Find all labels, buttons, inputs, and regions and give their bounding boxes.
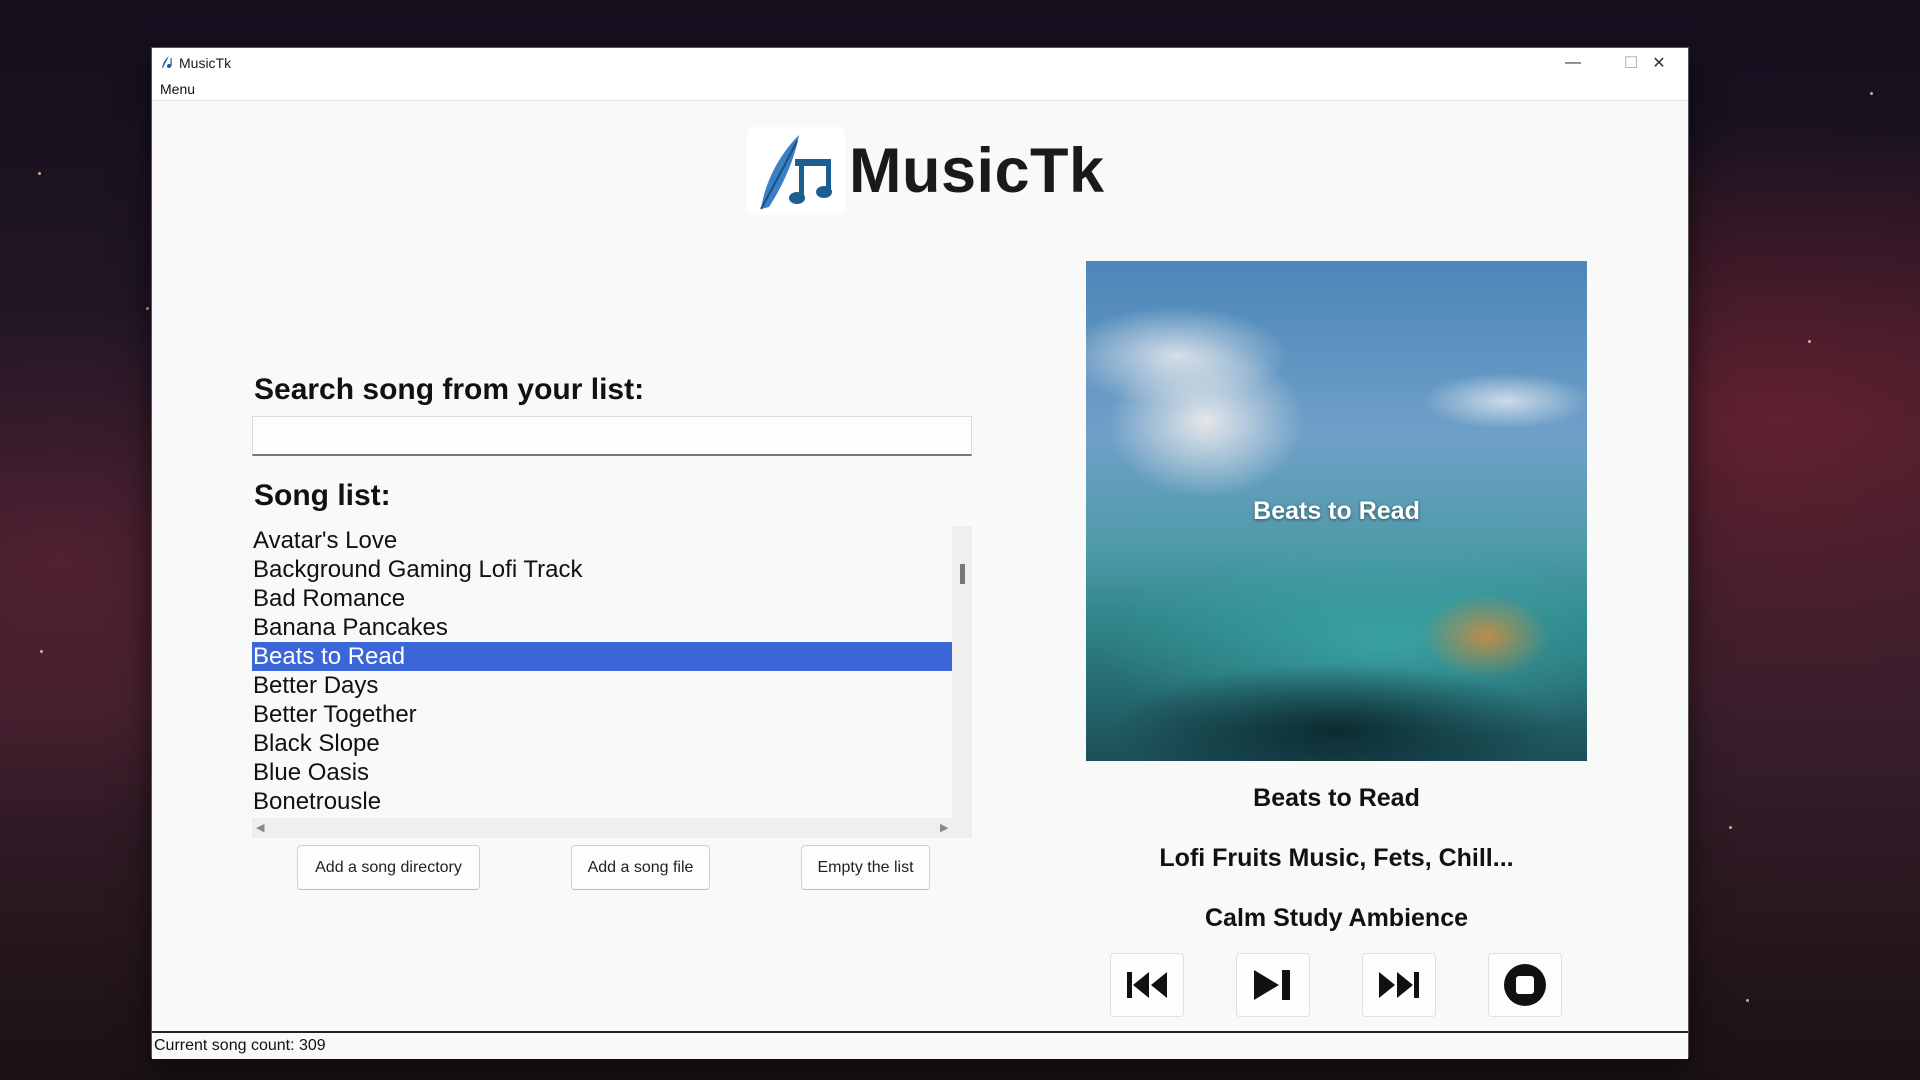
app-window: MusicTk — ☐ ✕ Menu MusicTk Search song f… xyxy=(151,47,1689,1059)
title-bar: MusicTk — ☐ ✕ xyxy=(152,48,1688,78)
app-icon xyxy=(162,56,172,68)
list-item[interactable]: Background Gaming Lofi Track xyxy=(252,555,952,584)
list-item[interactable]: Better Days xyxy=(252,671,952,700)
previous-button[interactable] xyxy=(1110,953,1184,1017)
minimize-icon: — xyxy=(1565,54,1581,71)
vertical-scrollbar[interactable] xyxy=(952,526,972,838)
stop-icon xyxy=(1504,964,1546,1006)
empty-list-button[interactable]: Empty the list xyxy=(801,845,930,890)
list-item[interactable]: Blue Oasis xyxy=(252,758,952,787)
song-album: Calm Study Ambience xyxy=(1204,904,1469,932)
close-icon: ✕ xyxy=(1652,55,1666,72)
list-item-selected[interactable]: Beats to Read xyxy=(252,642,952,671)
list-item[interactable]: Better Together xyxy=(252,700,952,729)
background-star xyxy=(1729,826,1732,829)
song-list-items: Avatar's Love Background Gaming Lofi Tra… xyxy=(252,526,952,818)
window-title: MusicTk xyxy=(179,55,232,71)
song-count-status: Current song count: 309 xyxy=(154,1037,326,1054)
add-song-directory-button[interactable]: Add a song directory xyxy=(297,845,480,890)
menu-item-menu[interactable]: Menu xyxy=(160,81,195,97)
add-song-file-button[interactable]: Add a song file xyxy=(571,845,710,890)
list-item[interactable]: Bonetrousle xyxy=(252,787,952,816)
song-artist: Lofi Fruits Music, Fets, Chill... xyxy=(1159,844,1514,872)
next-track-icon xyxy=(1379,972,1419,998)
song-listbox[interactable]: Avatar's Love Background Gaming Lofi Tra… xyxy=(252,526,972,838)
play-pause-icon xyxy=(1254,970,1290,1000)
list-item[interactable]: Black Slope xyxy=(252,729,952,758)
play-pause-button[interactable] xyxy=(1236,953,1310,1017)
background-star xyxy=(40,650,43,653)
background-star xyxy=(1870,92,1873,95)
background-star xyxy=(146,307,149,310)
menu-bar: Menu xyxy=(152,78,1688,101)
scroll-right-icon[interactable]: ▶ xyxy=(940,821,948,834)
album-art-caption: Beats to Read xyxy=(1253,496,1420,525)
search-input[interactable] xyxy=(252,416,972,456)
list-item[interactable]: Bad Romance xyxy=(252,584,952,613)
list-item[interactable]: Avatar's Love xyxy=(252,526,952,555)
minimize-button[interactable]: — xyxy=(1544,48,1602,78)
close-button[interactable]: ✕ xyxy=(1630,48,1688,78)
background-star xyxy=(1746,999,1749,1002)
status-bar: Current song count: 309 xyxy=(152,1031,1688,1059)
stop-button[interactable] xyxy=(1488,953,1562,1017)
list-item[interactable]: Banana Pancakes xyxy=(252,613,952,642)
background-star xyxy=(1808,340,1811,343)
search-label: Search song from your list: xyxy=(254,373,645,406)
next-button[interactable] xyxy=(1362,953,1436,1017)
previous-track-icon xyxy=(1127,972,1167,998)
logo-title: MusicTk xyxy=(849,136,1105,206)
background-star xyxy=(38,172,41,175)
horizontal-scrollbar[interactable]: ◀ ▶ xyxy=(252,818,952,838)
album-art: Beats to Read xyxy=(1086,261,1587,761)
song-title: Beats to Read xyxy=(1253,784,1420,812)
app-logo: MusicTk xyxy=(747,127,1105,215)
vertical-scrollbar-thumb[interactable] xyxy=(960,564,965,584)
song-list-label: Song list: xyxy=(254,479,391,512)
feather-music-note-icon xyxy=(747,127,845,215)
scroll-left-icon[interactable]: ◀ xyxy=(256,821,264,834)
